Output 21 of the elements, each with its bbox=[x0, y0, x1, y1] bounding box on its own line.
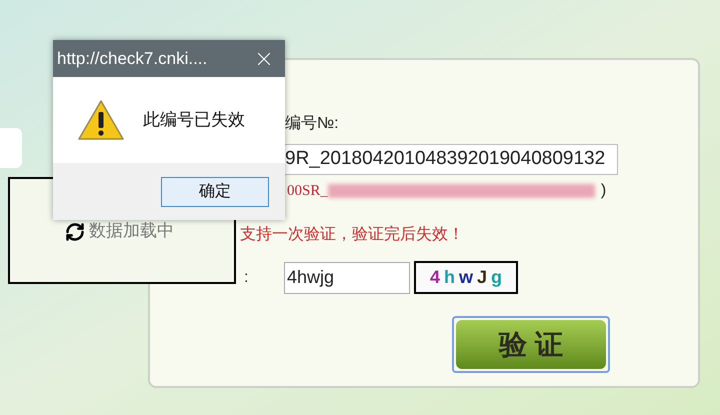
captcha-character: 4 bbox=[430, 266, 440, 289]
verify-button[interactable]: 验 证 bbox=[452, 316, 610, 373]
ok-button[interactable]: 确定 bbox=[161, 176, 269, 206]
refresh-icon bbox=[65, 222, 85, 242]
warning-icon bbox=[77, 99, 125, 141]
captcha-character: J bbox=[477, 266, 488, 289]
loading-text: 数据加载中 bbox=[89, 220, 174, 242]
captcha-character: h bbox=[444, 266, 455, 289]
captcha-character: g bbox=[491, 266, 502, 289]
captcha-character: w bbox=[458, 266, 473, 289]
number-label: 编号№: bbox=[285, 115, 339, 132]
dialog-message: 此编号已失效 bbox=[143, 109, 245, 132]
example-prefix: 00SR_ bbox=[287, 182, 328, 201]
warning-text: 支持一次验证，验证完后失效！ bbox=[240, 226, 464, 243]
captcha-label: : bbox=[244, 268, 250, 288]
number-value: 9R_201804201048392019040809132 bbox=[285, 147, 606, 172]
captcha-field[interactable]: 4hwjg bbox=[284, 262, 410, 294]
dialog-title: http://check7.cnki.... bbox=[57, 48, 208, 70]
example-close: ) bbox=[600, 181, 606, 201]
captcha-value: 4hwjg bbox=[287, 266, 334, 289]
paper-decoration bbox=[0, 128, 22, 168]
